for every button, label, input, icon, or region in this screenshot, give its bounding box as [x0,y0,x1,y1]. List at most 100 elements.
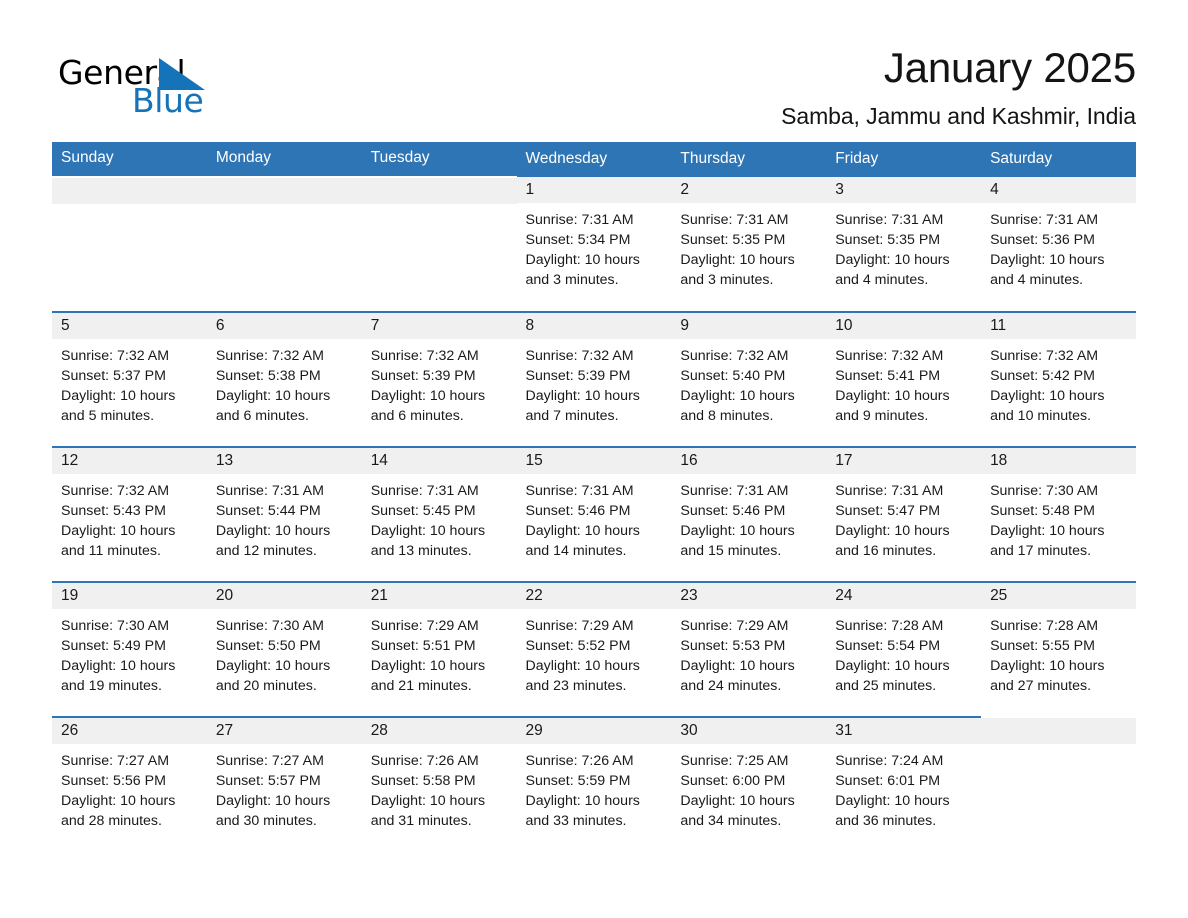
sunrise-text: Sunrise: 7:32 AM [835,347,944,364]
day-details: Sunrise: 7:31 AM Sunset: 5:35 PM Daylight:… [671,203,826,290]
sunrise-text: Sunrise: 7:32 AM [990,347,1099,364]
calendar-body: 1 Sunrise: 7:31 AM Sunset: 5:34 PM Daylight… [52,175,1136,852]
daylight-text-line1: Daylight: 10 hours [525,522,640,539]
weekday-header-tuesday: Tuesday [361,142,517,177]
calendar-day-cell[interactable]: 29 Sunrise: 7:26 AM Sunset: 5:59 PM Dayligh… [516,715,672,852]
calendar-week-row: 12 Sunrise: 7:32 AM Sunset: 5:43 PM Dayligh… [52,445,1136,582]
calendar-day-cell[interactable]: 13 Sunrise: 7:31 AM Sunset: 5:44 PM Dayligh… [206,445,362,582]
sunset-text: Sunset: 5:46 PM [525,502,631,519]
calendar-day-cell[interactable]: 7 Sunrise: 7:32 AM Sunset: 5:39 PM Daylight… [361,310,517,447]
daylight-text-line2: and 11 minutes. [61,542,161,559]
day-details: Sunrise: 7:31 AM Sunset: 5:46 PM Daylight:… [517,474,672,561]
day-number [981,717,1136,744]
calendar-day-cell[interactable]: 27 Sunrise: 7:27 AM Sunset: 5:57 PM Dayligh… [206,715,362,852]
sunset-text: Sunset: 5:46 PM [680,502,786,519]
daylight-text-line1: Daylight: 10 hours [370,792,486,809]
sunset-text: Sunset: 5:37 PM [61,367,166,384]
sunrise-text: Sunrise: 7:32 AM [370,347,479,364]
daylight-text-line1: Daylight: 10 hours [680,657,795,674]
sunset-text: Sunset: 5:51 PM [370,637,476,654]
day-number: 12 [52,447,207,474]
calendar-day-cell[interactable]: 25 Sunrise: 7:28 AM Sunset: 5:55 PM Dayligh… [981,580,1136,717]
day-details: Sunrise: 7:25 AM Sunset: 6:00 PM Daylight:… [671,744,826,831]
sunset-text: Sunset: 5:52 PM [525,637,631,654]
calendar-day-cell[interactable]: 5 Sunrise: 7:32 AM Sunset: 5:37 PM Daylight… [52,310,207,447]
daylight-text-line1: Daylight: 10 hours [370,522,486,539]
calendar-day-cell[interactable]: 6 Sunrise: 7:32 AM Sunset: 5:38 PM Daylight… [206,310,362,447]
calendar-day-cell[interactable]: 15 Sunrise: 7:31 AM Sunset: 5:46 PM Dayligh… [516,445,672,582]
sunrise-text: Sunrise: 7:27 AM [215,752,324,769]
calendar-day-cell[interactable]: 26 Sunrise: 7:27 AM Sunset: 5:56 PM Dayligh… [52,715,207,852]
daylight-text-line2: and 17 minutes. [990,542,1092,559]
sunset-text: Sunset: 5:39 PM [525,367,631,384]
sunrise-text: Sunrise: 7:31 AM [525,211,634,228]
weekday-header-monday: Monday [206,142,362,177]
calendar-day-cell[interactable]: 21 Sunrise: 7:29 AM Sunset: 5:51 PM Dayligh… [361,580,517,717]
day-details: Sunrise: 7:29 AM Sunset: 5:51 PM Daylight:… [362,609,517,696]
calendar-day-cell[interactable]: 19 Sunrise: 7:30 AM Sunset: 5:49 PM Dayligh… [52,580,207,717]
calendar-day-cell[interactable]: 28 Sunrise: 7:26 AM Sunset: 5:58 PM Dayligh… [361,715,517,852]
calendar-day-cell[interactable]: 20 Sunrise: 7:30 AM Sunset: 5:50 PM Dayligh… [206,580,362,717]
calendar-day-cell[interactable]: 3 Sunrise: 7:31 AM Sunset: 5:35 PM Daylight… [826,176,982,312]
day-number: 30 [671,717,827,744]
calendar-day-cell[interactable]: 23 Sunrise: 7:29 AM Sunset: 5:53 PM Dayligh… [671,580,827,717]
daylight-text-line1: Daylight: 10 hours [835,792,950,809]
day-number: 27 [206,717,362,744]
daylight-text-line2: and 21 minutes. [370,677,472,694]
daylight-text-line1: Daylight: 10 hours [370,387,486,404]
sunrise-text: Sunrise: 7:31 AM [835,211,944,228]
daylight-text-line2: and 23 minutes. [525,677,627,694]
day-details: Sunrise: 7:32 AM Sunset: 5:37 PM Daylight:… [52,339,207,426]
sunset-text: Sunset: 5:35 PM [680,231,786,248]
daylight-text-line1: Daylight: 10 hours [990,251,1105,268]
sunset-text: Sunset: 5:38 PM [215,367,321,384]
day-number: 26 [52,717,207,744]
calendar-day-cell[interactable]: 4 Sunrise: 7:31 AM Sunset: 5:36 PM Daylight… [981,176,1136,312]
calendar-day-cell[interactable]: 16 Sunrise: 7:31 AM Sunset: 5:46 PM Dayligh… [671,445,827,582]
daylight-text-line1: Daylight: 10 hours [61,792,176,809]
daylight-text-line2: and 31 minutes. [370,812,472,829]
calendar-day-cell[interactable]: 24 Sunrise: 7:28 AM Sunset: 5:54 PM Dayligh… [826,580,982,717]
calendar-day-cell[interactable]: 17 Sunrise: 7:31 AM Sunset: 5:47 PM Dayligh… [826,445,982,582]
daylight-text-line2: and 33 minutes. [525,812,627,829]
sunrise-text: Sunrise: 7:26 AM [370,752,479,769]
day-number: 22 [516,582,672,609]
calendar-day-cell[interactable]: 10 Sunrise: 7:32 AM Sunset: 5:41 PM Dayligh… [826,310,982,447]
day-details: Sunrise: 7:32 AM Sunset: 5:40 PM Daylight:… [671,339,826,426]
calendar-day-cell[interactable]: 9 Sunrise: 7:32 AM Sunset: 5:40 PM Daylight… [671,310,827,447]
sunrise-text: Sunrise: 7:31 AM [990,211,1099,228]
day-number [361,177,517,204]
daylight-text-line1: Daylight: 10 hours [215,792,331,809]
calendar-day-cell[interactable]: 12 Sunrise: 7:32 AM Sunset: 5:43 PM Dayligh… [52,445,207,582]
sunset-text: Sunset: 5:57 PM [215,772,321,789]
sunrise-text: Sunrise: 7:26 AM [525,752,634,769]
day-number: 8 [516,312,672,339]
calendar-day-cell[interactable]: 18 Sunrise: 7:30 AM Sunset: 5:48 PM Dayligh… [981,445,1136,582]
sunrise-text: Sunrise: 7:30 AM [990,482,1099,499]
daylight-text-line2: and 12 minutes. [215,542,317,559]
daylight-text-line2: and 3 minutes. [680,271,774,288]
calendar-day-cell[interactable]: 1 Sunrise: 7:31 AM Sunset: 5:34 PM Daylight… [516,176,672,312]
calendar-day-cell[interactable]: 22 Sunrise: 7:29 AM Sunset: 5:52 PM Dayligh… [516,580,672,717]
day-details: Sunrise: 7:31 AM Sunset: 5:45 PM Daylight:… [362,474,517,561]
daylight-text-line2: and 5 minutes. [61,407,155,424]
day-details: Sunrise: 7:31 AM Sunset: 5:47 PM Daylight:… [826,474,981,561]
calendar-day-cell[interactable]: 8 Sunrise: 7:32 AM Sunset: 5:39 PM Daylight… [516,310,672,447]
day-details: Sunrise: 7:31 AM Sunset: 5:46 PM Daylight:… [671,474,826,561]
calendar-day-cell[interactable]: 2 Sunrise: 7:31 AM Sunset: 5:35 PM Daylight… [671,176,827,312]
calendar-day-cell[interactable]: 31 Sunrise: 7:24 AM Sunset: 6:01 PM Dayligh… [826,715,982,852]
day-details: Sunrise: 7:27 AM Sunset: 5:56 PM Daylight:… [52,744,207,831]
day-number: 6 [206,312,362,339]
day-number: 16 [671,447,827,474]
sunset-text: Sunset: 5:35 PM [835,231,941,248]
calendar-day-cell[interactable]: 14 Sunrise: 7:31 AM Sunset: 5:45 PM Dayligh… [361,445,517,582]
calendar-day-cell[interactable]: 30 Sunrise: 7:25 AM Sunset: 6:00 PM Dayligh… [671,715,827,852]
day-details: Sunrise: 7:32 AM Sunset: 5:42 PM Daylight:… [981,339,1136,426]
day-details: Sunrise: 7:29 AM Sunset: 5:52 PM Daylight:… [517,609,672,696]
day-details: Sunrise: 7:30 AM Sunset: 5:49 PM Daylight:… [52,609,207,696]
calendar-day-cell[interactable]: 11 Sunrise: 7:32 AM Sunset: 5:42 PM Dayligh… [981,310,1136,447]
sunrise-text: Sunrise: 7:29 AM [370,617,479,634]
sunrise-text: Sunrise: 7:32 AM [525,347,634,364]
general-blue-logo[interactable]: General Blue [56,44,256,117]
daylight-text-line1: Daylight: 10 hours [61,657,176,674]
